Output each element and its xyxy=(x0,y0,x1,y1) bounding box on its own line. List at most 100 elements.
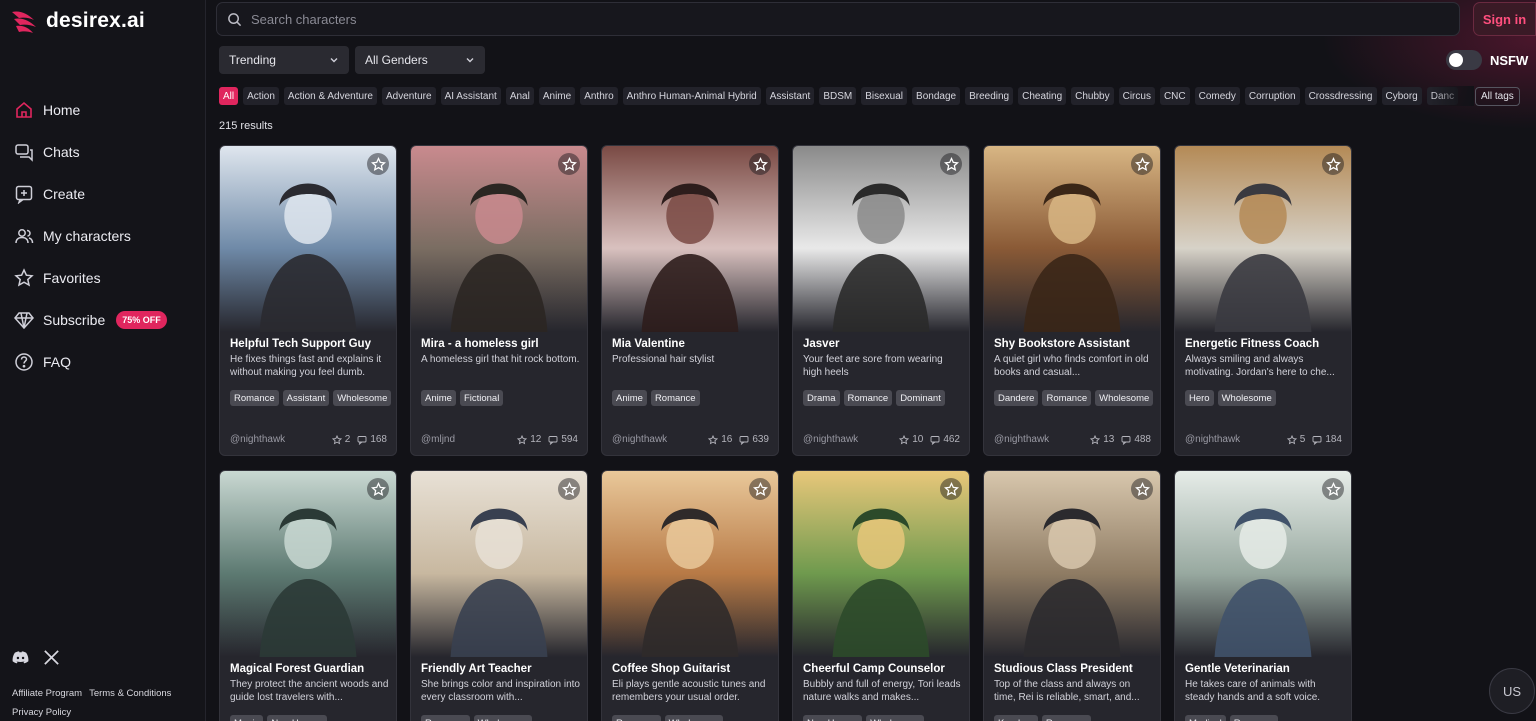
tag-pill[interactable]: Comedy xyxy=(1194,87,1240,105)
tag-pill[interactable]: Action & Adventure xyxy=(283,87,377,105)
card-tag[interactable]: Non-Human xyxy=(267,715,327,721)
card-tag[interactable]: Romance xyxy=(843,390,893,406)
character-card[interactable]: Studious Class President Top of the class… xyxy=(983,470,1161,721)
affiliate-link[interactable]: Affiliate Program xyxy=(12,688,82,699)
card-tag[interactable]: Wholesome xyxy=(1217,390,1276,406)
tag-pill[interactable]: Assistant xyxy=(765,87,815,105)
favorite-button[interactable] xyxy=(749,478,771,500)
card-tag[interactable]: Non-Human xyxy=(803,715,863,721)
card-author[interactable]: @nighthawk xyxy=(994,434,1049,445)
favorite-button[interactable] xyxy=(1322,478,1344,500)
tag-pill[interactable]: Breeding xyxy=(965,87,1014,105)
character-card[interactable]: Helpful Tech Support Guy He fixes things … xyxy=(219,145,397,456)
card-tag[interactable]: Romance xyxy=(1229,715,1279,721)
tag-pill[interactable]: AI Assistant xyxy=(440,87,501,105)
character-card[interactable]: Mira - a homeless girl A homeless girl th… xyxy=(410,145,588,456)
sidebar-item-faq[interactable]: FAQ xyxy=(0,341,206,383)
sort-dropdown[interactable]: Trending xyxy=(219,46,349,74)
card-tag[interactable]: Anime xyxy=(421,390,456,406)
terms-link[interactable]: Terms & Conditions xyxy=(89,688,171,699)
tag-pill[interactable]: Adventure xyxy=(381,87,436,105)
character-card[interactable]: Friendly Art Teacher She brings color and… xyxy=(410,470,588,721)
tag-pill[interactable]: Anthro Human-Animal Hybrid xyxy=(622,87,761,105)
favorite-button[interactable] xyxy=(367,478,389,500)
sidebar-item-subscribe[interactable]: Subscribe 75% OFF xyxy=(0,299,206,341)
character-card[interactable]: Jasver Your feet are sore from wearing hi… xyxy=(792,145,970,456)
sidebar-item-chats[interactable]: Chats xyxy=(0,131,206,173)
favorite-button[interactable] xyxy=(1131,478,1153,500)
card-tag[interactable]: Romance xyxy=(421,715,470,721)
card-tag[interactable]: Wholesome xyxy=(1095,390,1154,406)
card-tag[interactable]: Wholesome xyxy=(473,715,532,721)
card-tag[interactable]: Romance xyxy=(230,390,279,406)
card-tag[interactable]: Romance xyxy=(612,715,661,721)
card-tag[interactable]: Kuudere xyxy=(994,715,1038,721)
tag-pill[interactable]: Cheating xyxy=(1018,87,1067,105)
tag-pill[interactable]: Bisexual xyxy=(861,87,908,105)
card-tag[interactable]: Magic xyxy=(230,715,264,721)
character-card[interactable]: Mia Valentine Professional hair stylist An… xyxy=(601,145,779,456)
card-tag[interactable]: Dominant xyxy=(896,390,945,406)
tag-pill[interactable]: Chubby xyxy=(1071,87,1114,105)
tag-pill[interactable]: All xyxy=(219,87,239,105)
favorite-button[interactable] xyxy=(1131,153,1153,175)
favorite-button[interactable] xyxy=(940,153,962,175)
sign-in-button[interactable]: Sign in xyxy=(1473,2,1536,36)
all-tags-button[interactable]: All tags xyxy=(1475,87,1520,106)
search-bar[interactable] xyxy=(216,2,1460,36)
card-tag[interactable]: Drama xyxy=(803,390,840,406)
card-tag[interactable]: Wholesome xyxy=(866,715,925,721)
card-tag[interactable]: Anime xyxy=(612,390,647,406)
favorite-button[interactable] xyxy=(749,153,771,175)
language-button[interactable]: US xyxy=(1489,668,1535,714)
tag-pill[interactable]: Corruption xyxy=(1244,87,1300,105)
card-tag[interactable]: Fictional xyxy=(459,390,504,406)
tag-pill[interactable]: Anthro xyxy=(580,87,618,105)
sidebar-item-create[interactable]: Create xyxy=(0,173,206,215)
tag-pill[interactable]: Anime xyxy=(538,87,576,105)
card-tag[interactable]: Dandere xyxy=(994,390,1039,406)
favorite-button[interactable] xyxy=(940,478,962,500)
card-author[interactable]: @nighthawk xyxy=(1185,434,1240,445)
sidebar-item-favorites[interactable]: Favorites xyxy=(0,257,206,299)
tag-pill[interactable]: Circus xyxy=(1118,87,1155,105)
character-card[interactable]: Gentle Veterinarian He takes care of anim… xyxy=(1174,470,1352,721)
tag-pill[interactable]: Crossdressing xyxy=(1304,87,1377,105)
character-card[interactable]: Coffee Shop Guitarist Eli plays gentle ac… xyxy=(601,470,779,721)
card-author[interactable]: @mljnd xyxy=(421,434,455,445)
favorite-button[interactable] xyxy=(558,478,580,500)
character-card[interactable]: Shy Bookstore Assistant A quiet girl who … xyxy=(983,145,1161,456)
nsfw-toggle[interactable] xyxy=(1446,50,1482,70)
gender-dropdown[interactable]: All Genders xyxy=(355,46,485,74)
character-card[interactable]: Cheerful Camp Counselor Bubbly and full o… xyxy=(792,470,970,721)
tag-pill[interactable]: CNC xyxy=(1159,87,1190,105)
card-tag[interactable]: Hero xyxy=(1185,390,1214,406)
x-icon[interactable] xyxy=(42,648,61,667)
tag-pill[interactable]: BDSM xyxy=(819,87,857,105)
card-tag[interactable]: Wholesome xyxy=(664,715,723,721)
discord-icon[interactable] xyxy=(11,648,30,667)
card-author[interactable]: @nighthawk xyxy=(803,434,858,445)
tag-pill[interactable]: Anal xyxy=(505,87,534,105)
card-tag[interactable]: Romance xyxy=(1041,715,1091,721)
sidebar-item-home[interactable]: Home xyxy=(0,89,206,131)
tag-pill[interactable]: Cyborg xyxy=(1381,87,1422,105)
card-tag[interactable]: Romance xyxy=(1042,390,1092,406)
card-tag[interactable]: Wholesome xyxy=(333,390,392,406)
card-tag[interactable]: Assistant xyxy=(282,390,330,406)
sidebar-item-my-characters[interactable]: My characters xyxy=(0,215,206,257)
card-tag[interactable]: Medical xyxy=(1185,715,1226,721)
search-input[interactable] xyxy=(251,11,1251,27)
card-author[interactable]: @nighthawk xyxy=(612,434,667,445)
favorite-button[interactable] xyxy=(1322,153,1344,175)
logo[interactable]: desirex.ai xyxy=(10,8,145,34)
favorite-button[interactable] xyxy=(558,153,580,175)
favorite-button[interactable] xyxy=(367,153,389,175)
character-card[interactable]: Magical Forest Guardian They protect the … xyxy=(219,470,397,721)
privacy-link[interactable]: Privacy Policy xyxy=(12,707,71,718)
character-card[interactable]: Energetic Fitness Coach Always smiling an… xyxy=(1174,145,1352,456)
tag-pill[interactable]: Bondage xyxy=(912,87,961,105)
card-author[interactable]: @nighthawk xyxy=(230,434,285,445)
tag-pill[interactable]: Action xyxy=(243,87,279,105)
card-tag[interactable]: Romance xyxy=(650,390,700,406)
